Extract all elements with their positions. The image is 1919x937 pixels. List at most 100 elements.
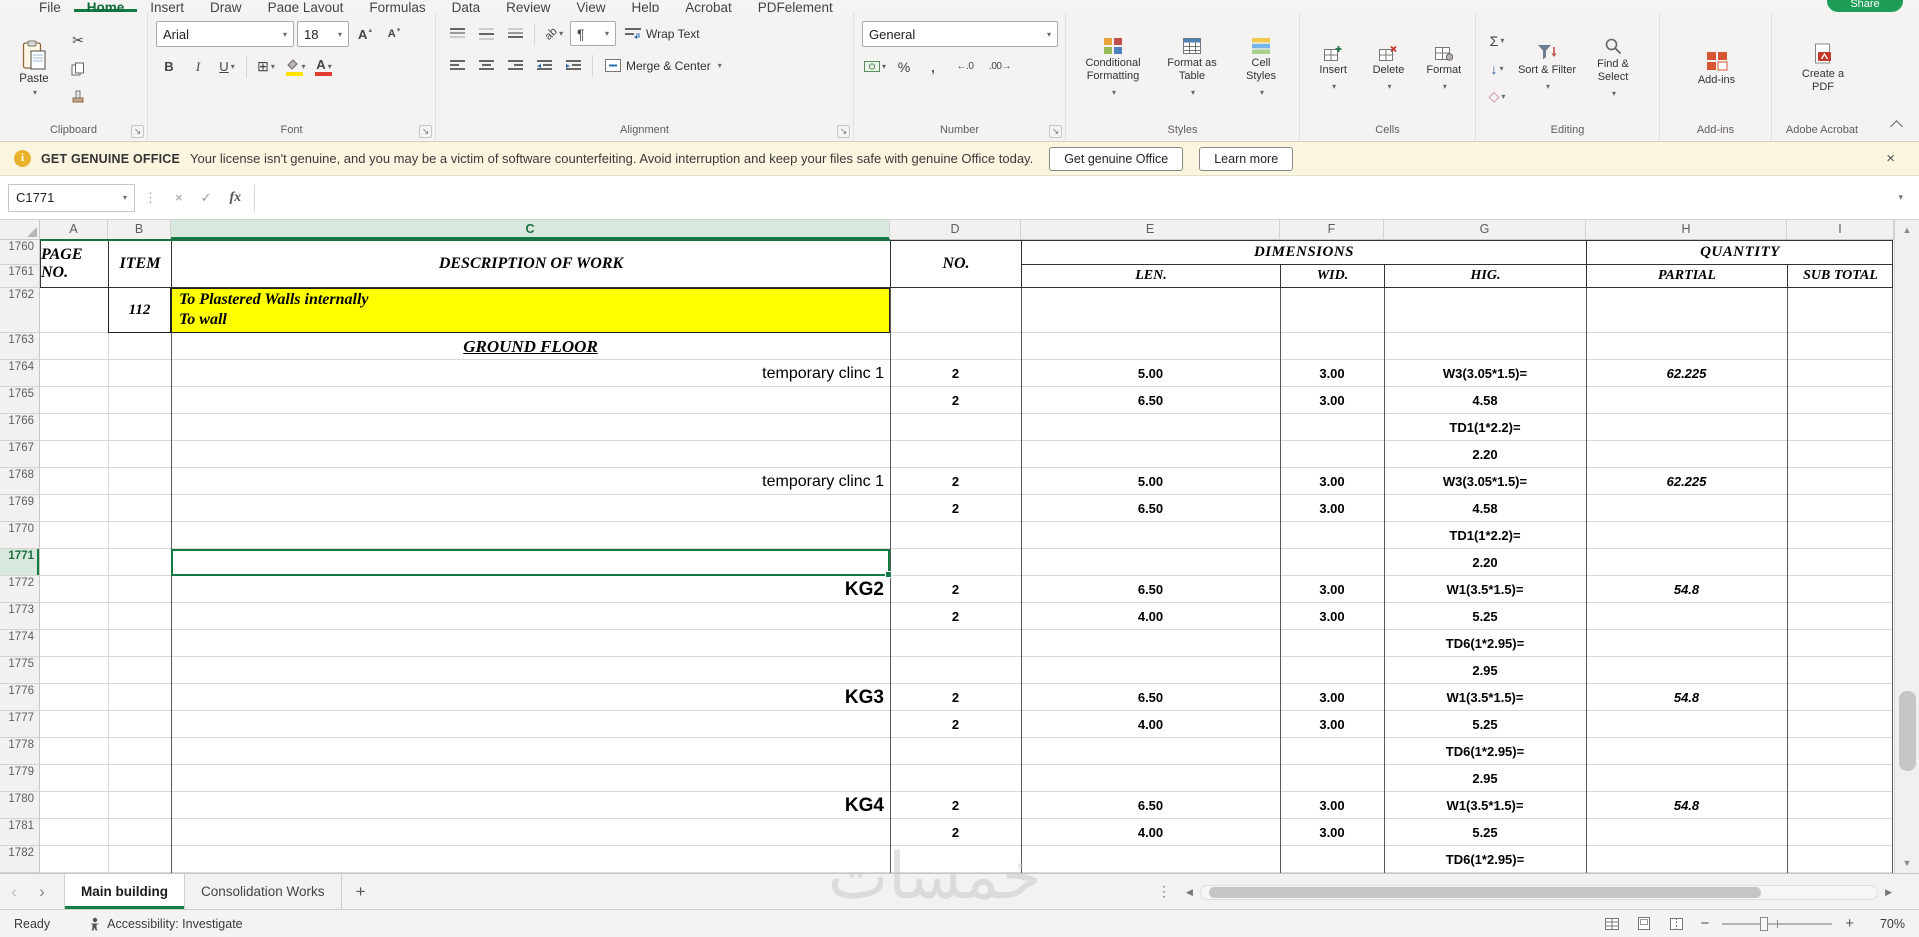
- delete-cells-button[interactable]: Delete ▾: [1363, 21, 1413, 117]
- zoom-in-button[interactable]: +: [1842, 915, 1857, 932]
- row-header-1766[interactable]: 1766: [0, 414, 40, 441]
- underline-button[interactable]: U ▾: [214, 54, 240, 79]
- page-layout-view-button[interactable]: [1633, 914, 1655, 934]
- cell-H1772[interactable]: 54.8: [1586, 576, 1787, 603]
- increase-font-size-button[interactable]: A ▴: [352, 22, 378, 47]
- row-header-1763[interactable]: 1763: [0, 333, 40, 360]
- cell-H1764[interactable]: 62.225: [1586, 360, 1787, 387]
- clipboard-dialog-launcher[interactable]: ↘: [131, 125, 144, 138]
- cell-E1772[interactable]: 6.50: [1021, 576, 1280, 603]
- vertical-scrollbar[interactable]: ▲ ▼: [1894, 220, 1919, 873]
- accounting-format-button[interactable]: ▾: [862, 54, 888, 79]
- fill-handle[interactable]: [885, 571, 892, 578]
- cell-E1781[interactable]: 4.00: [1021, 819, 1280, 846]
- row-header-1762[interactable]: 1762: [0, 288, 40, 333]
- page-break-view-button[interactable]: [1665, 914, 1687, 934]
- row-header-1770[interactable]: 1770: [0, 522, 40, 549]
- cell-C1780[interactable]: KG4: [171, 792, 890, 819]
- cell-G1780[interactable]: W1(3.5*1.5)=: [1384, 792, 1586, 819]
- ribbon-tab-draw[interactable]: Draw: [197, 0, 255, 12]
- cell-G1779[interactable]: 2.95: [1384, 765, 1586, 792]
- collapse-ribbon-icon[interactable]: [1890, 120, 1903, 133]
- cell-G1773[interactable]: 5.25: [1384, 603, 1586, 630]
- cell-G1782[interactable]: TD6(1*2.95)=: [1384, 846, 1586, 873]
- increase-indent-button[interactable]: [560, 53, 586, 78]
- expand-formula-bar-icon[interactable]: ▾: [1890, 192, 1911, 203]
- addins-button[interactable]: Add-ins: [1682, 21, 1752, 117]
- row-header-1768[interactable]: 1768: [0, 468, 40, 495]
- cell-F1776[interactable]: 3.00: [1280, 684, 1384, 711]
- cell-C1763[interactable]: GROUND FLOOR: [171, 333, 890, 360]
- row-header-1761[interactable]: 1761: [0, 265, 40, 288]
- new-sheet-button[interactable]: +: [342, 874, 380, 909]
- cell-C1762[interactable]: To Plastered Walls internally To wall: [171, 288, 890, 333]
- format-as-table-button[interactable]: Format as Table ▾: [1157, 21, 1227, 117]
- cell-F1768[interactable]: 3.00: [1280, 468, 1384, 495]
- alignment-dialog-launcher[interactable]: ↘: [837, 125, 850, 138]
- cell-G1770[interactable]: TD1(1*2.2)=: [1384, 522, 1586, 549]
- find-select-button[interactable]: Find & Select ▾: [1584, 21, 1642, 117]
- copy-button[interactable]: [65, 56, 91, 81]
- create-pdf-button[interactable]: Create a PDF: [1792, 21, 1854, 117]
- cell-G1775[interactable]: 2.95: [1384, 657, 1586, 684]
- cell-D1768[interactable]: 2: [890, 468, 1021, 495]
- ribbon-tab-home[interactable]: Home: [74, 0, 138, 12]
- align-bottom-button[interactable]: [502, 21, 528, 46]
- cell-E1764[interactable]: 5.00: [1021, 360, 1280, 387]
- align-center-button[interactable]: [473, 53, 499, 78]
- sort-filter-button[interactable]: Sort & Filter ▾: [1515, 21, 1579, 117]
- cell-C1776[interactable]: KG3: [171, 684, 890, 711]
- ribbon-tab-formulas[interactable]: Formulas: [356, 0, 438, 12]
- ribbon-tab-data[interactable]: Data: [439, 0, 494, 12]
- fill-button[interactable]: ↓ ▾: [1484, 56, 1510, 81]
- ribbon-tab-acrobat[interactable]: Acrobat: [672, 0, 745, 12]
- name-box-splitter-icon[interactable]: ⋮: [135, 190, 166, 206]
- orientation-button[interactable]: ab ▾: [541, 21, 567, 46]
- cell-G1769[interactable]: 4.58: [1384, 495, 1586, 522]
- insert-cells-button[interactable]: Insert ▾: [1308, 21, 1358, 117]
- ribbon-tab-help[interactable]: Help: [618, 0, 672, 12]
- next-sheet-icon[interactable]: ›: [28, 874, 56, 909]
- cell-E1777[interactable]: 4.00: [1021, 711, 1280, 738]
- zoom-slider[interactable]: [1722, 916, 1833, 931]
- font-name-select[interactable]: Arial ▾: [156, 21, 294, 47]
- cell-D1772[interactable]: 2: [890, 576, 1021, 603]
- cell-D1777[interactable]: 2: [890, 711, 1021, 738]
- row-header-1772[interactable]: 1772: [0, 576, 40, 603]
- sheet-tab-consolidation-works[interactable]: Consolidation Works: [185, 874, 342, 909]
- cell-G1778[interactable]: TD6(1*2.95)=: [1384, 738, 1586, 765]
- cell-B1762[interactable]: 112: [108, 288, 171, 333]
- format-painter-button[interactable]: [65, 84, 91, 109]
- accessibility-status[interactable]: Accessibility: Investigate: [88, 917, 243, 931]
- normal-view-button[interactable]: [1601, 914, 1623, 934]
- font-size-select[interactable]: 18 ▾: [297, 21, 349, 47]
- row-header-1775[interactable]: 1775: [0, 657, 40, 684]
- decrease-decimal-button[interactable]: .00→: [984, 54, 1016, 79]
- cell-D1781[interactable]: 2: [890, 819, 1021, 846]
- cell-E1769[interactable]: 6.50: [1021, 495, 1280, 522]
- align-middle-button[interactable]: [473, 21, 499, 46]
- cell-G1781[interactable]: 5.25: [1384, 819, 1586, 846]
- cell-F1764[interactable]: 3.00: [1280, 360, 1384, 387]
- sheet-tab-main-building[interactable]: Main building: [64, 874, 185, 909]
- cell-F1773[interactable]: 3.00: [1280, 603, 1384, 630]
- increase-decimal-button[interactable]: ←.0: [949, 54, 981, 79]
- formula-input[interactable]: [259, 184, 1890, 212]
- format-cells-button[interactable]: Format ▾: [1419, 21, 1469, 117]
- cell-F1769[interactable]: 3.00: [1280, 495, 1384, 522]
- ribbon-tab-review[interactable]: Review: [493, 0, 563, 12]
- cell-C1772[interactable]: KG2: [171, 576, 890, 603]
- scroll-left-icon[interactable]: ◀: [1183, 887, 1196, 898]
- autosum-button[interactable]: Σ ▾: [1484, 28, 1510, 53]
- clear-button[interactable]: ◇ ▾: [1484, 84, 1510, 109]
- cell-F1765[interactable]: 3.00: [1280, 387, 1384, 414]
- cancel-entry-icon[interactable]: ×: [166, 190, 192, 205]
- cell-G1766[interactable]: TD1(1*2.2)=: [1384, 414, 1586, 441]
- cell-F1781[interactable]: 3.00: [1280, 819, 1384, 846]
- cell-F1777[interactable]: 3.00: [1280, 711, 1384, 738]
- row-header-1780[interactable]: 1780: [0, 792, 40, 819]
- share-button[interactable]: Share: [1827, 0, 1903, 12]
- row-header-1760[interactable]: 1760: [0, 240, 40, 265]
- ribbon-tab-insert[interactable]: Insert: [137, 0, 197, 12]
- row-header-1778[interactable]: 1778: [0, 738, 40, 765]
